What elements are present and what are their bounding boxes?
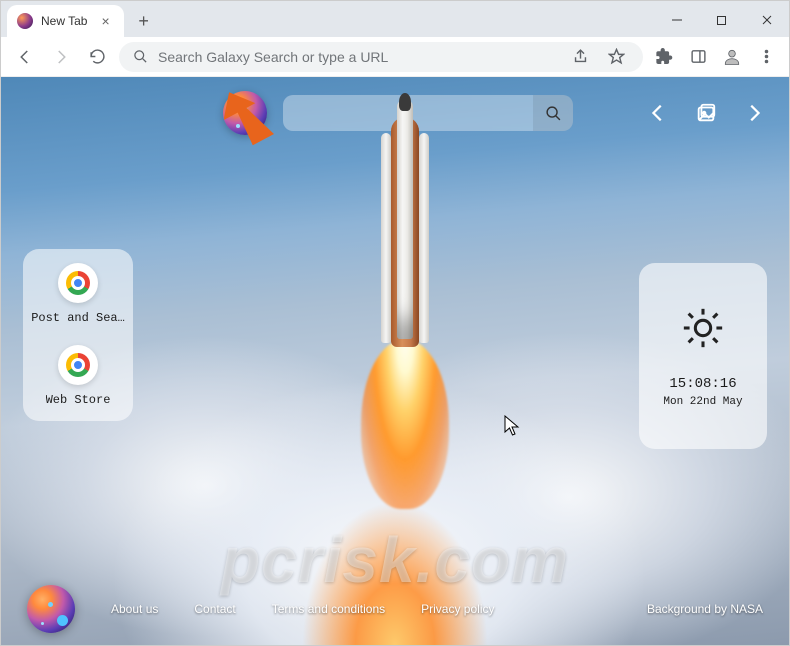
search-icon bbox=[545, 105, 562, 122]
search-button[interactable] bbox=[533, 95, 573, 131]
close-window-button[interactable] bbox=[744, 3, 789, 37]
shortcut-label: Web Store bbox=[46, 393, 111, 407]
shuttle-illustration bbox=[387, 99, 423, 379]
share-icon[interactable] bbox=[567, 44, 593, 70]
shortcut-label: Post and Sea… bbox=[31, 311, 125, 325]
profile-icon[interactable] bbox=[719, 44, 745, 70]
page-search-box[interactable] bbox=[283, 95, 573, 131]
side-panel-icon[interactable] bbox=[685, 44, 711, 70]
browser-toolbar: Search Galaxy Search or type a URL bbox=[1, 37, 789, 77]
tab-newtab[interactable]: New Tab × bbox=[7, 5, 124, 37]
browser-window: New Tab × + Search Galaxy S bbox=[0, 0, 790, 646]
search-icon bbox=[133, 49, 148, 64]
sun-icon bbox=[680, 305, 726, 356]
footer-link-privacy[interactable]: Privacy policy bbox=[421, 602, 494, 616]
chrome-icon bbox=[58, 345, 98, 385]
shortcut-item[interactable]: Post and Sea… bbox=[31, 263, 125, 325]
shortcuts-panel: Post and Sea… Web Store bbox=[23, 249, 133, 421]
close-icon[interactable]: × bbox=[101, 13, 109, 29]
minimize-button[interactable] bbox=[654, 3, 699, 37]
forward-button[interactable] bbox=[47, 43, 75, 71]
shortcut-item[interactable]: Web Store bbox=[31, 345, 125, 407]
omnibox[interactable]: Search Galaxy Search or type a URL bbox=[119, 42, 643, 72]
maximize-button[interactable] bbox=[699, 3, 744, 37]
menu-icon[interactable] bbox=[753, 44, 779, 70]
footer-link-contact[interactable]: Contact bbox=[194, 602, 235, 616]
tab-strip: New Tab × + bbox=[1, 1, 789, 37]
clock-time: 15:08:16 bbox=[663, 376, 742, 392]
next-background-button[interactable] bbox=[741, 100, 767, 126]
omnibox-placeholder: Search Galaxy Search or type a URL bbox=[158, 49, 388, 65]
footer-attribution: Background by NASA bbox=[647, 602, 763, 616]
back-button[interactable] bbox=[11, 43, 39, 71]
galaxy-logo-icon[interactable] bbox=[223, 91, 267, 135]
new-tab-button[interactable]: + bbox=[130, 7, 158, 35]
tab-title: New Tab bbox=[41, 14, 87, 28]
reload-button[interactable] bbox=[83, 43, 111, 71]
window-controls bbox=[654, 3, 789, 37]
chrome-icon bbox=[58, 263, 98, 303]
cursor-icon bbox=[504, 415, 522, 437]
prev-background-button[interactable] bbox=[645, 100, 671, 126]
clock-date: Mon 22nd May bbox=[663, 396, 742, 408]
page-footer: About us Contact Terms and conditions Pr… bbox=[1, 585, 789, 633]
page-content: Post and Sea… Web Store bbox=[1, 77, 789, 645]
extensions-icon[interactable] bbox=[651, 44, 677, 70]
footer-link-terms[interactable]: Terms and conditions bbox=[272, 602, 385, 616]
background-gallery-button[interactable] bbox=[693, 100, 719, 126]
bookmark-star-icon[interactable] bbox=[603, 44, 629, 70]
footer-link-about[interactable]: About us bbox=[111, 602, 158, 616]
info-panel: 15:08:16 Mon 22nd May bbox=[639, 263, 767, 449]
tab-favicon-icon bbox=[17, 13, 33, 29]
footer-logo-icon[interactable] bbox=[27, 585, 75, 633]
